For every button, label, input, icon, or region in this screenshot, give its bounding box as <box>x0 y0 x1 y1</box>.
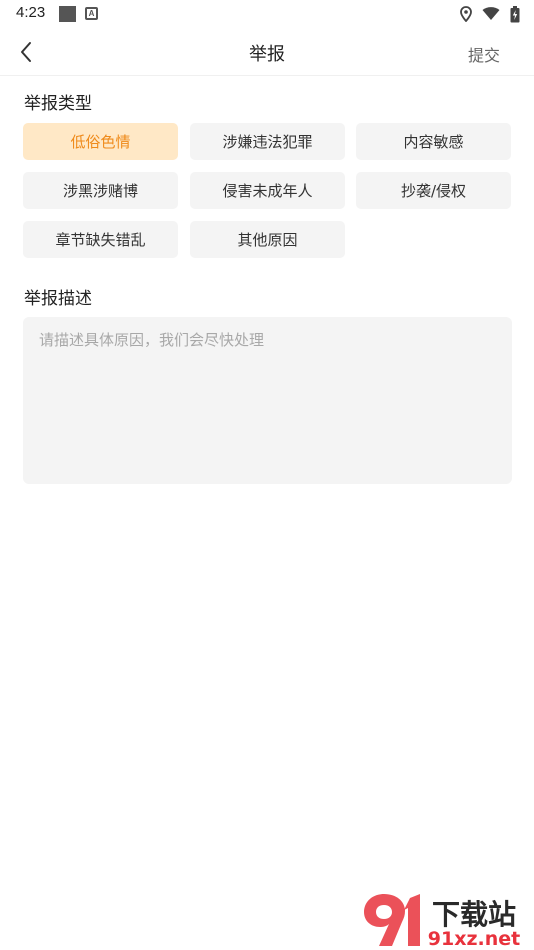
android-a-icon: A <box>85 7 98 20</box>
report-description-input[interactable] <box>23 317 512 484</box>
report-type-chip-other[interactable]: 其他原因 <box>190 221 345 258</box>
report-type-chip-illegal[interactable]: 涉嫌违法犯罪 <box>190 123 345 160</box>
watermark-91-icon: 下载站 91xz.net <box>364 894 520 950</box>
watermark-domain: 91xz.net <box>428 928 520 948</box>
report-type-chip-sensitive[interactable]: 内容敏感 <box>356 123 511 160</box>
report-description-box <box>23 317 512 484</box>
watermark-brand: 下载站 <box>432 898 516 931</box>
report-type-chip-plagiarism[interactable]: 抄袭/侵权 <box>356 172 511 209</box>
report-type-chip-chapter-missing[interactable]: 章节缺失错乱 <box>23 221 178 258</box>
report-type-label: 举报类型 <box>24 94 92 114</box>
report-type-chip-minors[interactable]: 侵害未成年人 <box>190 172 345 209</box>
report-description-label: 举报描述 <box>24 289 92 309</box>
status-time: 4:23 <box>16 4 46 21</box>
nav-bar: 举报 提交 <box>0 28 534 76</box>
notification-square-icon <box>59 6 76 22</box>
wifi-icon <box>482 7 500 21</box>
location-icon <box>460 6 472 22</box>
watermark-logo: 下载站 91xz.net <box>362 888 532 950</box>
report-type-chip-gambling[interactable]: 涉黑涉赌博 <box>23 172 178 209</box>
submit-button[interactable]: 提交 <box>468 42 500 66</box>
status-right-icons <box>460 5 520 23</box>
page-title: 举报 <box>249 44 285 65</box>
report-type-chip-vulgar[interactable]: 低俗色情 <box>23 123 178 160</box>
battery-charging-icon <box>510 5 520 22</box>
status-bar: 4:23 A <box>0 0 534 28</box>
